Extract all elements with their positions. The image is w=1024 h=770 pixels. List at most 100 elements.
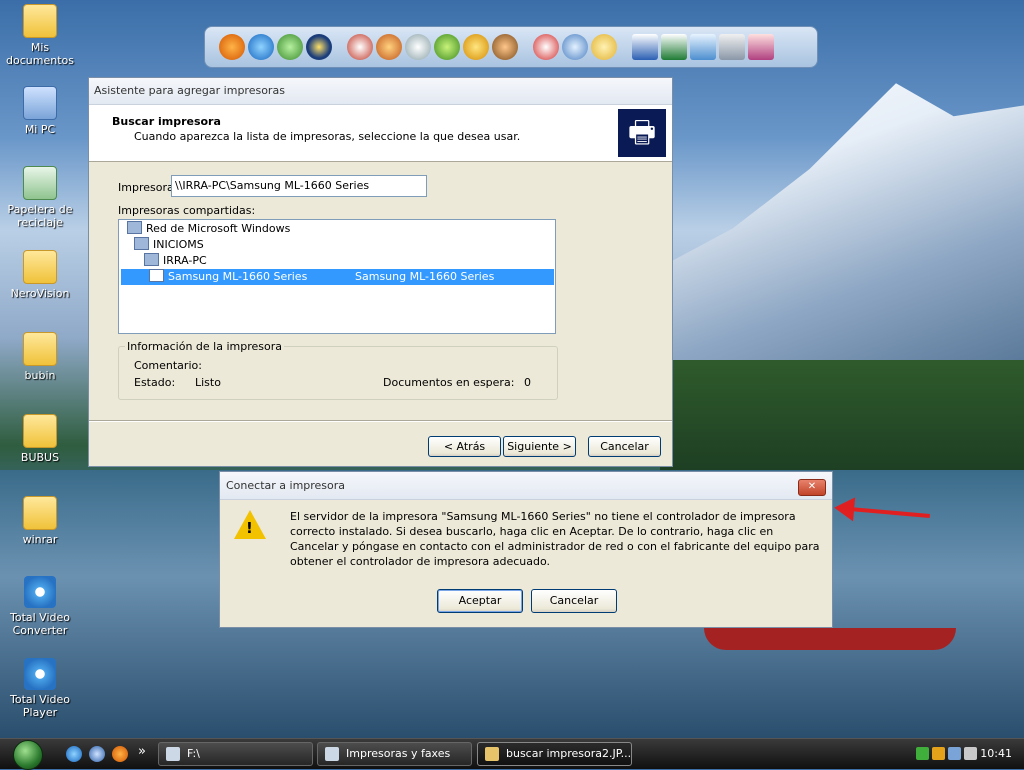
system-tray: 10:41 — [906, 739, 1024, 769]
wallpaper-canoe — [704, 628, 956, 650]
paint-icon[interactable] — [748, 34, 774, 60]
display-tray-icon[interactable] — [948, 747, 961, 760]
desktop-icon-total-video-player[interactable]: Total Video Player — [0, 658, 80, 719]
video-player-icon — [24, 658, 56, 690]
recycle-bin-icon — [23, 166, 57, 200]
task-label: Impresoras y faxes — [346, 747, 451, 760]
media-player-icon[interactable] — [306, 34, 332, 60]
game-icon[interactable] — [492, 34, 518, 60]
status-label: Estado: — [134, 376, 176, 389]
firefox-icon[interactable] — [112, 746, 128, 762]
network-icon — [127, 221, 142, 234]
tree-item-label: IRRA-PC — [163, 254, 207, 267]
task-drive-f[interactable]: F:\ — [158, 742, 313, 766]
desktop-icon-mi-pc[interactable]: Mi PC — [0, 86, 80, 136]
tree-item-computer[interactable]: IRRA-PC — [144, 253, 207, 269]
fire-icon[interactable] — [533, 34, 559, 60]
show-desktop-icon[interactable] — [89, 746, 105, 762]
printer-icon: 🖶 — [618, 109, 666, 157]
network-icon[interactable] — [562, 34, 588, 60]
queue-label: Documentos en espera: — [383, 376, 515, 389]
back-button[interactable]: < Atrás — [428, 436, 501, 457]
tree-item-label: Samsung ML-1660 Series — [168, 270, 308, 283]
workgroup-icon — [134, 237, 149, 250]
folder-icon — [23, 250, 57, 284]
volume-tray-icon[interactable] — [964, 747, 977, 760]
excel-icon[interactable] — [661, 34, 687, 60]
network-tray-icon[interactable] — [916, 747, 929, 760]
printer-info-title: Información de la impresora — [125, 340, 284, 353]
desktop-icon-nerovision[interactable]: NeroVision — [0, 250, 80, 300]
add-printer-wizard-window: Asistente para agregar impresoras Buscar… — [88, 77, 673, 467]
wallpaper-forest — [660, 360, 1024, 470]
security-tray-icon[interactable] — [932, 747, 945, 760]
desktop-icon-winrar[interactable]: winrar — [0, 496, 80, 546]
pinwheel-icon[interactable] — [405, 34, 431, 60]
p-app-icon[interactable] — [376, 34, 402, 60]
comment-label: Comentario: — [134, 359, 202, 372]
wizard-divider — [89, 420, 672, 422]
task-image-viewer[interactable]: buscar impresora2.JP... — [477, 742, 632, 766]
more-quick-launch-icon[interactable]: » — [138, 744, 146, 759]
duck-icon[interactable] — [463, 34, 489, 60]
word-icon[interactable] — [632, 34, 658, 60]
folder-icon[interactable] — [591, 34, 617, 60]
close-button[interactable]: ✕ — [798, 479, 826, 496]
tree-item-network[interactable]: Red de Microsoft Windows — [127, 221, 290, 237]
ie-icon[interactable] — [248, 34, 274, 60]
windows-orb-icon — [13, 740, 43, 770]
desktop-icon-label: Mis documentos — [6, 41, 74, 67]
dialog-cancel-button[interactable]: Cancelar — [531, 589, 617, 613]
video-converter-icon — [24, 576, 56, 608]
desktop-icon-mis-documentos[interactable]: Mis documentos — [0, 4, 80, 67]
desktop-icon-label: NeroVision — [10, 287, 70, 300]
taskbar: » F:\ Impresoras y faxes buscar impresor… — [0, 738, 1024, 770]
wizard-header-title: Buscar impresora — [112, 115, 221, 128]
desktop-icon-label: winrar — [22, 533, 58, 546]
printer-info-group — [118, 346, 558, 400]
clock[interactable]: 10:41 — [980, 747, 1012, 760]
dialog-title: Conectar a impresora — [226, 479, 346, 492]
tree-item-comment: Samsung ML-1660 Series — [355, 270, 495, 283]
shared-printers-tree[interactable]: Red de Microsoft Windows INICIOMS IRRA-P… — [118, 219, 556, 334]
dialog-titlebar: Conectar a impresora ✕ — [220, 472, 832, 500]
firefox-icon[interactable] — [219, 34, 245, 60]
printer-name-input[interactable]: \\IRRA-PC\Samsung ML-1660 Series — [171, 175, 427, 197]
computer-icon — [144, 253, 159, 266]
notes-icon[interactable] — [690, 34, 716, 60]
tree-item-label: INICIOMS — [153, 238, 204, 251]
computer-icon — [23, 86, 57, 120]
desktop-icon-bubus[interactable]: BUBUS — [0, 414, 80, 464]
task-printers-faxes[interactable]: Impresoras y faxes — [317, 742, 472, 766]
wizard-title: Asistente para agregar impresoras — [89, 78, 672, 105]
folder-icon — [23, 332, 57, 366]
image-viewer-icon — [485, 747, 499, 761]
desktop-icon-papelera[interactable]: Papelera de reciclaje — [0, 166, 80, 229]
green-app-icon[interactable] — [434, 34, 460, 60]
tree-item-printer-selected[interactable]: Samsung ML-1660 Series Samsung ML-1660 S… — [121, 269, 554, 285]
printer-label: Impresora: — [118, 181, 178, 194]
next-button[interactable]: Siguiente > — [503, 436, 576, 457]
messenger-icon[interactable] — [277, 34, 303, 60]
desktop-icon-label: Total Video Converter — [9, 611, 70, 637]
tree-item-workgroup[interactable]: INICIOMS — [134, 237, 204, 253]
desktop-icon-bubin[interactable]: bubin — [0, 332, 80, 382]
desktop-icon-label: Mi PC — [24, 123, 56, 136]
queue-value: 0 — [524, 376, 531, 389]
task-label: buscar impresora2.JP... — [506, 747, 632, 760]
ie-icon[interactable] — [66, 746, 82, 762]
poker-icon[interactable] — [347, 34, 373, 60]
wizard-cancel-button[interactable]: Cancelar — [588, 436, 661, 457]
ok-button[interactable]: Aceptar — [437, 589, 523, 613]
task-label: F:\ — [187, 747, 200, 760]
desktop-icon-label: Total Video Player — [9, 693, 70, 719]
desktop-icon-total-video-converter[interactable]: Total Video Converter — [0, 576, 80, 637]
tree-item-label: Red de Microsoft Windows — [146, 222, 291, 235]
close-icon: ✕ — [807, 481, 817, 492]
drive-icon — [166, 747, 180, 761]
start-button[interactable] — [6, 739, 50, 770]
wizard-header-subtitle: Cuando aparezca la lista de impresoras, … — [134, 130, 521, 143]
connect-printer-dialog: Conectar a impresora ✕ ! El servidor de … — [219, 471, 833, 628]
status-value: Listo — [195, 376, 221, 389]
calculator-icon[interactable] — [719, 34, 745, 60]
